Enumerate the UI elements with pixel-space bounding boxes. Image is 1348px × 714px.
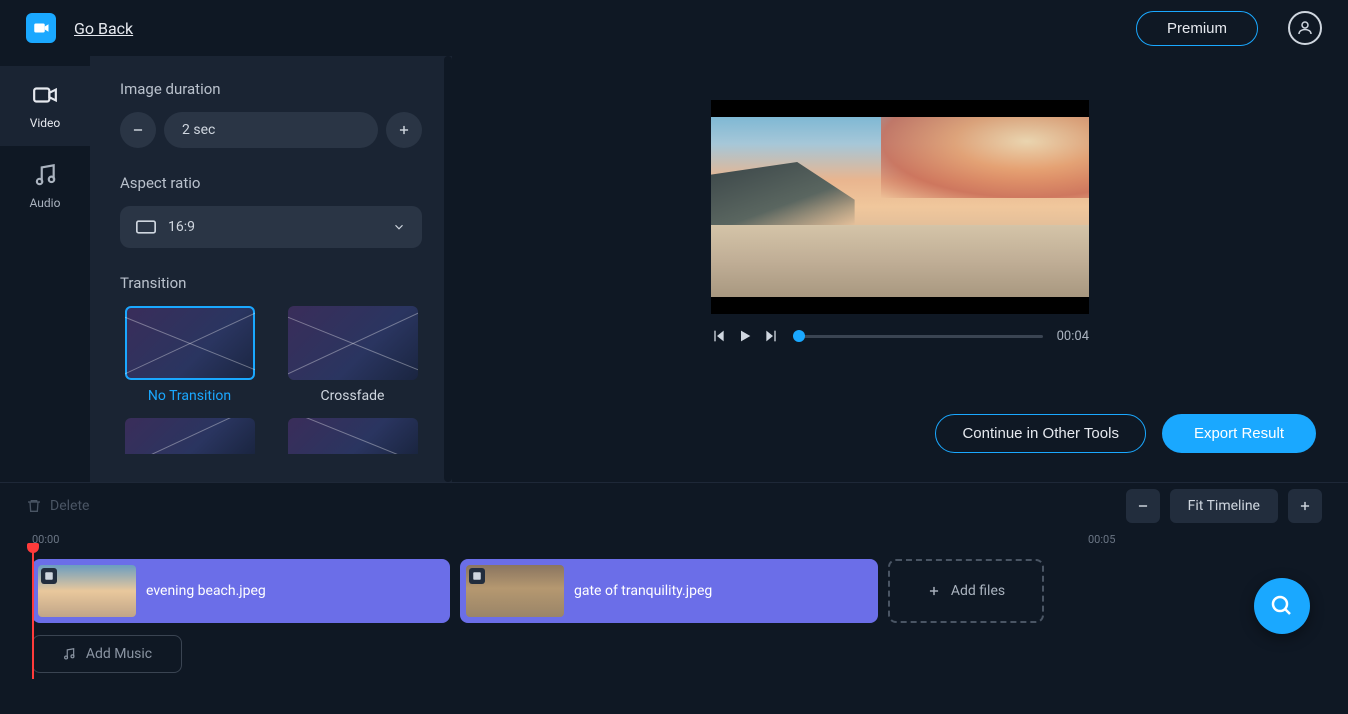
play-controls <box>711 328 779 344</box>
tab-video-label: Video <box>30 116 61 130</box>
skip-forward-icon <box>763 328 779 344</box>
continue-other-tools-button[interactable]: Continue in Other Tools <box>935 414 1145 453</box>
aspect-ratio-label: Aspect ratio <box>120 174 422 192</box>
transition-grid: No Transition Crossfade <box>120 306 422 454</box>
help-fab[interactable] <box>1254 578 1310 634</box>
ruler-tick-5s: 00:05 <box>1088 533 1115 546</box>
transition-crossfade-thumb <box>288 306 418 380</box>
timeline-clip-1[interactable]: evening beach.jpeg <box>32 559 450 623</box>
export-result-button[interactable]: Export Result <box>1162 414 1316 453</box>
app-logo-icon <box>32 19 50 37</box>
video-track: evening beach.jpeg gate of tranquility.j… <box>32 559 1316 623</box>
trash-icon <box>26 498 42 514</box>
duration-increase-button[interactable] <box>386 112 422 148</box>
fit-timeline-button[interactable]: Fit Timeline <box>1170 489 1278 523</box>
settings-panel: Image duration 2 sec Aspect ratio 16:9 T… <box>90 56 452 482</box>
prev-frame-button[interactable] <box>711 328 727 344</box>
transition-4-thumb <box>288 418 418 454</box>
transition-3-thumb <box>125 418 255 454</box>
timeline-ruler[interactable]: 00:00 00:05 <box>0 529 1348 559</box>
playhead[interactable] <box>32 549 34 679</box>
action-row: Continue in Other Tools Export Result <box>935 414 1316 453</box>
music-icon <box>30 162 60 188</box>
aspect-ratio-value: 16:9 <box>168 219 195 235</box>
tab-video[interactable]: Video <box>0 66 90 146</box>
transition-none[interactable]: No Transition <box>120 306 259 404</box>
preview-sea <box>711 225 1089 297</box>
account-avatar[interactable] <box>1288 11 1322 45</box>
skip-back-icon <box>711 328 727 344</box>
premium-button[interactable]: Premium <box>1136 11 1258 46</box>
video-icon <box>30 82 60 108</box>
app-logo <box>26 13 56 43</box>
image-badge-icon <box>469 568 485 584</box>
transition-none-label: No Transition <box>148 388 231 404</box>
timeline-tracks: evening beach.jpeg gate of tranquility.j… <box>0 559 1348 673</box>
clip-2-name: gate of tranquility.jpeg <box>574 583 712 599</box>
image-badge-icon <box>41 568 57 584</box>
image-duration-control: 2 sec <box>120 112 422 148</box>
transition-crossfade-label: Crossfade <box>321 388 385 404</box>
top-bar-right: Premium <box>1136 11 1322 46</box>
duration-value[interactable]: 2 sec <box>164 112 378 148</box>
add-files-button[interactable]: Add files <box>888 559 1044 623</box>
scrub-bar[interactable] <box>793 328 1043 344</box>
play-button[interactable] <box>737 328 753 344</box>
zoom-out-button[interactable] <box>1126 489 1160 523</box>
transition-crossfade[interactable]: Crossfade <box>283 306 422 404</box>
next-frame-button[interactable] <box>763 328 779 344</box>
add-files-label: Add files <box>951 583 1005 599</box>
transition-none-thumb <box>125 306 255 380</box>
audio-track: Add Music <box>32 635 1316 673</box>
tab-audio-label: Audio <box>30 196 61 210</box>
go-back-link[interactable]: Go Back <box>74 19 133 38</box>
minus-icon <box>1136 499 1150 513</box>
scrub-handle[interactable] <box>793 330 805 342</box>
transition-item-4[interactable] <box>283 418 422 454</box>
preview-frame <box>711 100 1089 314</box>
chevron-down-icon <box>392 220 406 234</box>
user-icon <box>1296 19 1314 37</box>
music-note-icon <box>62 647 76 661</box>
side-tabs: Video Audio <box>0 56 90 482</box>
tab-audio[interactable]: Audio <box>0 146 90 226</box>
zoom-in-button[interactable] <box>1288 489 1322 523</box>
transition-item-3[interactable] <box>120 418 259 454</box>
minus-icon <box>131 123 145 137</box>
aspect-ratio-select[interactable]: 16:9 <box>120 206 422 248</box>
add-music-button[interactable]: Add Music <box>32 635 182 673</box>
transition-label: Transition <box>120 274 422 292</box>
clip-1-name: evening beach.jpeg <box>146 583 266 599</box>
delete-label: Delete <box>50 498 89 514</box>
image-duration-label: Image duration <box>120 80 422 98</box>
timeline-clip-2[interactable]: gate of tranquility.jpeg <box>460 559 878 623</box>
timeline: Delete Fit Timeline 00:00 00:05 evening … <box>0 482 1348 714</box>
play-icon <box>737 328 753 344</box>
timeline-toolbar: Delete Fit Timeline <box>0 483 1348 529</box>
preview-duration: 00:04 <box>1057 329 1089 344</box>
top-bar: Go Back Premium <box>0 0 1348 56</box>
preview-image <box>711 117 1089 297</box>
rectangle-icon <box>136 220 156 234</box>
clip-1-thumb <box>38 565 136 617</box>
clip-2-thumb <box>466 565 564 617</box>
duration-decrease-button[interactable] <box>120 112 156 148</box>
plus-icon <box>927 584 941 598</box>
search-icon <box>1270 594 1294 618</box>
plus-icon <box>397 123 411 137</box>
delete-button[interactable]: Delete <box>26 498 89 514</box>
plus-icon <box>1298 499 1312 513</box>
top-bar-left: Go Back <box>26 13 133 43</box>
add-music-label: Add Music <box>86 646 152 662</box>
scrub-track <box>793 335 1043 338</box>
playbar: 00:04 <box>711 328 1089 344</box>
